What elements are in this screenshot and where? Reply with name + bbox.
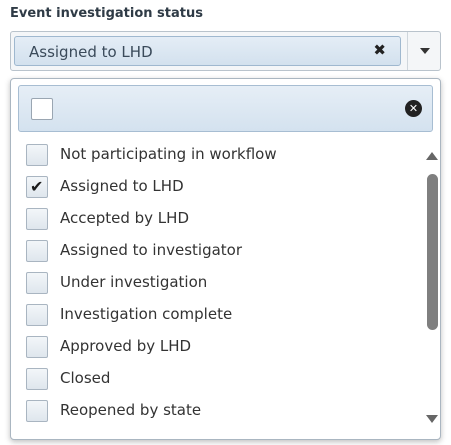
dropdown-toggle-button[interactable]	[407, 32, 442, 70]
chip-remove-icon[interactable]: ✖	[373, 41, 386, 59]
options-list: Not participating in workflow ✔ Assigned…	[11, 139, 416, 439]
option-checkbox[interactable]	[26, 400, 48, 422]
option-checkbox[interactable]	[26, 368, 48, 390]
field-label: Event investigation status	[10, 6, 203, 21]
option-checkbox[interactable]	[26, 272, 48, 294]
selected-chip-label: Assigned to LHD	[29, 43, 153, 61]
option-label: Assigned to investigator	[60, 241, 243, 259]
option-checkbox[interactable]	[26, 208, 48, 230]
checkmark-icon: ✔	[30, 177, 44, 196]
search-bar[interactable]: ✕	[18, 85, 433, 132]
scroll-down-arrow-icon[interactable]	[426, 415, 438, 423]
list-item[interactable]: Under investigation	[11, 267, 416, 299]
clear-circle-icon[interactable]: ✕	[405, 100, 422, 117]
option-label: Reopened by state	[60, 401, 202, 419]
list-item[interactable]: Accepted by LHD	[11, 203, 416, 235]
caret-down-icon	[420, 48, 430, 54]
list-item[interactable]: Reopened by state	[11, 395, 416, 427]
option-label: Closed	[60, 369, 111, 387]
list-item[interactable]: Closed	[11, 363, 416, 395]
selected-chip[interactable]: Assigned to LHD ✖	[14, 36, 401, 66]
scroll-up-arrow-icon[interactable]	[426, 152, 438, 160]
list-item[interactable]: Investigation complete	[11, 299, 416, 331]
option-checkbox[interactable]	[26, 304, 48, 326]
option-checkbox[interactable]	[26, 144, 48, 166]
option-label: Approved by LHD	[60, 337, 192, 355]
option-label: Not participating in workflow	[60, 145, 277, 163]
option-checkbox[interactable]	[26, 240, 48, 262]
option-label: Investigation complete	[60, 305, 233, 323]
option-label: Under investigation	[60, 273, 208, 291]
list-item[interactable]: Assigned to investigator	[11, 235, 416, 267]
option-checkbox[interactable]: ✔	[26, 176, 48, 198]
option-checkbox[interactable]	[26, 336, 48, 358]
scrollbar-thumb[interactable]	[427, 174, 438, 330]
dropdown-panel: ✕ Not participating in workflow ✔ Assign…	[10, 78, 441, 440]
option-label: Accepted by LHD	[60, 209, 189, 227]
status-multiselect[interactable]: Assigned to LHD ✖	[10, 31, 441, 71]
list-item[interactable]: ✔ Assigned to LHD	[11, 171, 416, 203]
select-all-checkbox[interactable]	[31, 98, 53, 120]
list-item[interactable]: Approved by LHD	[11, 331, 416, 363]
option-label: Assigned to LHD	[60, 177, 184, 195]
list-item[interactable]: Not participating in workflow	[11, 139, 416, 171]
